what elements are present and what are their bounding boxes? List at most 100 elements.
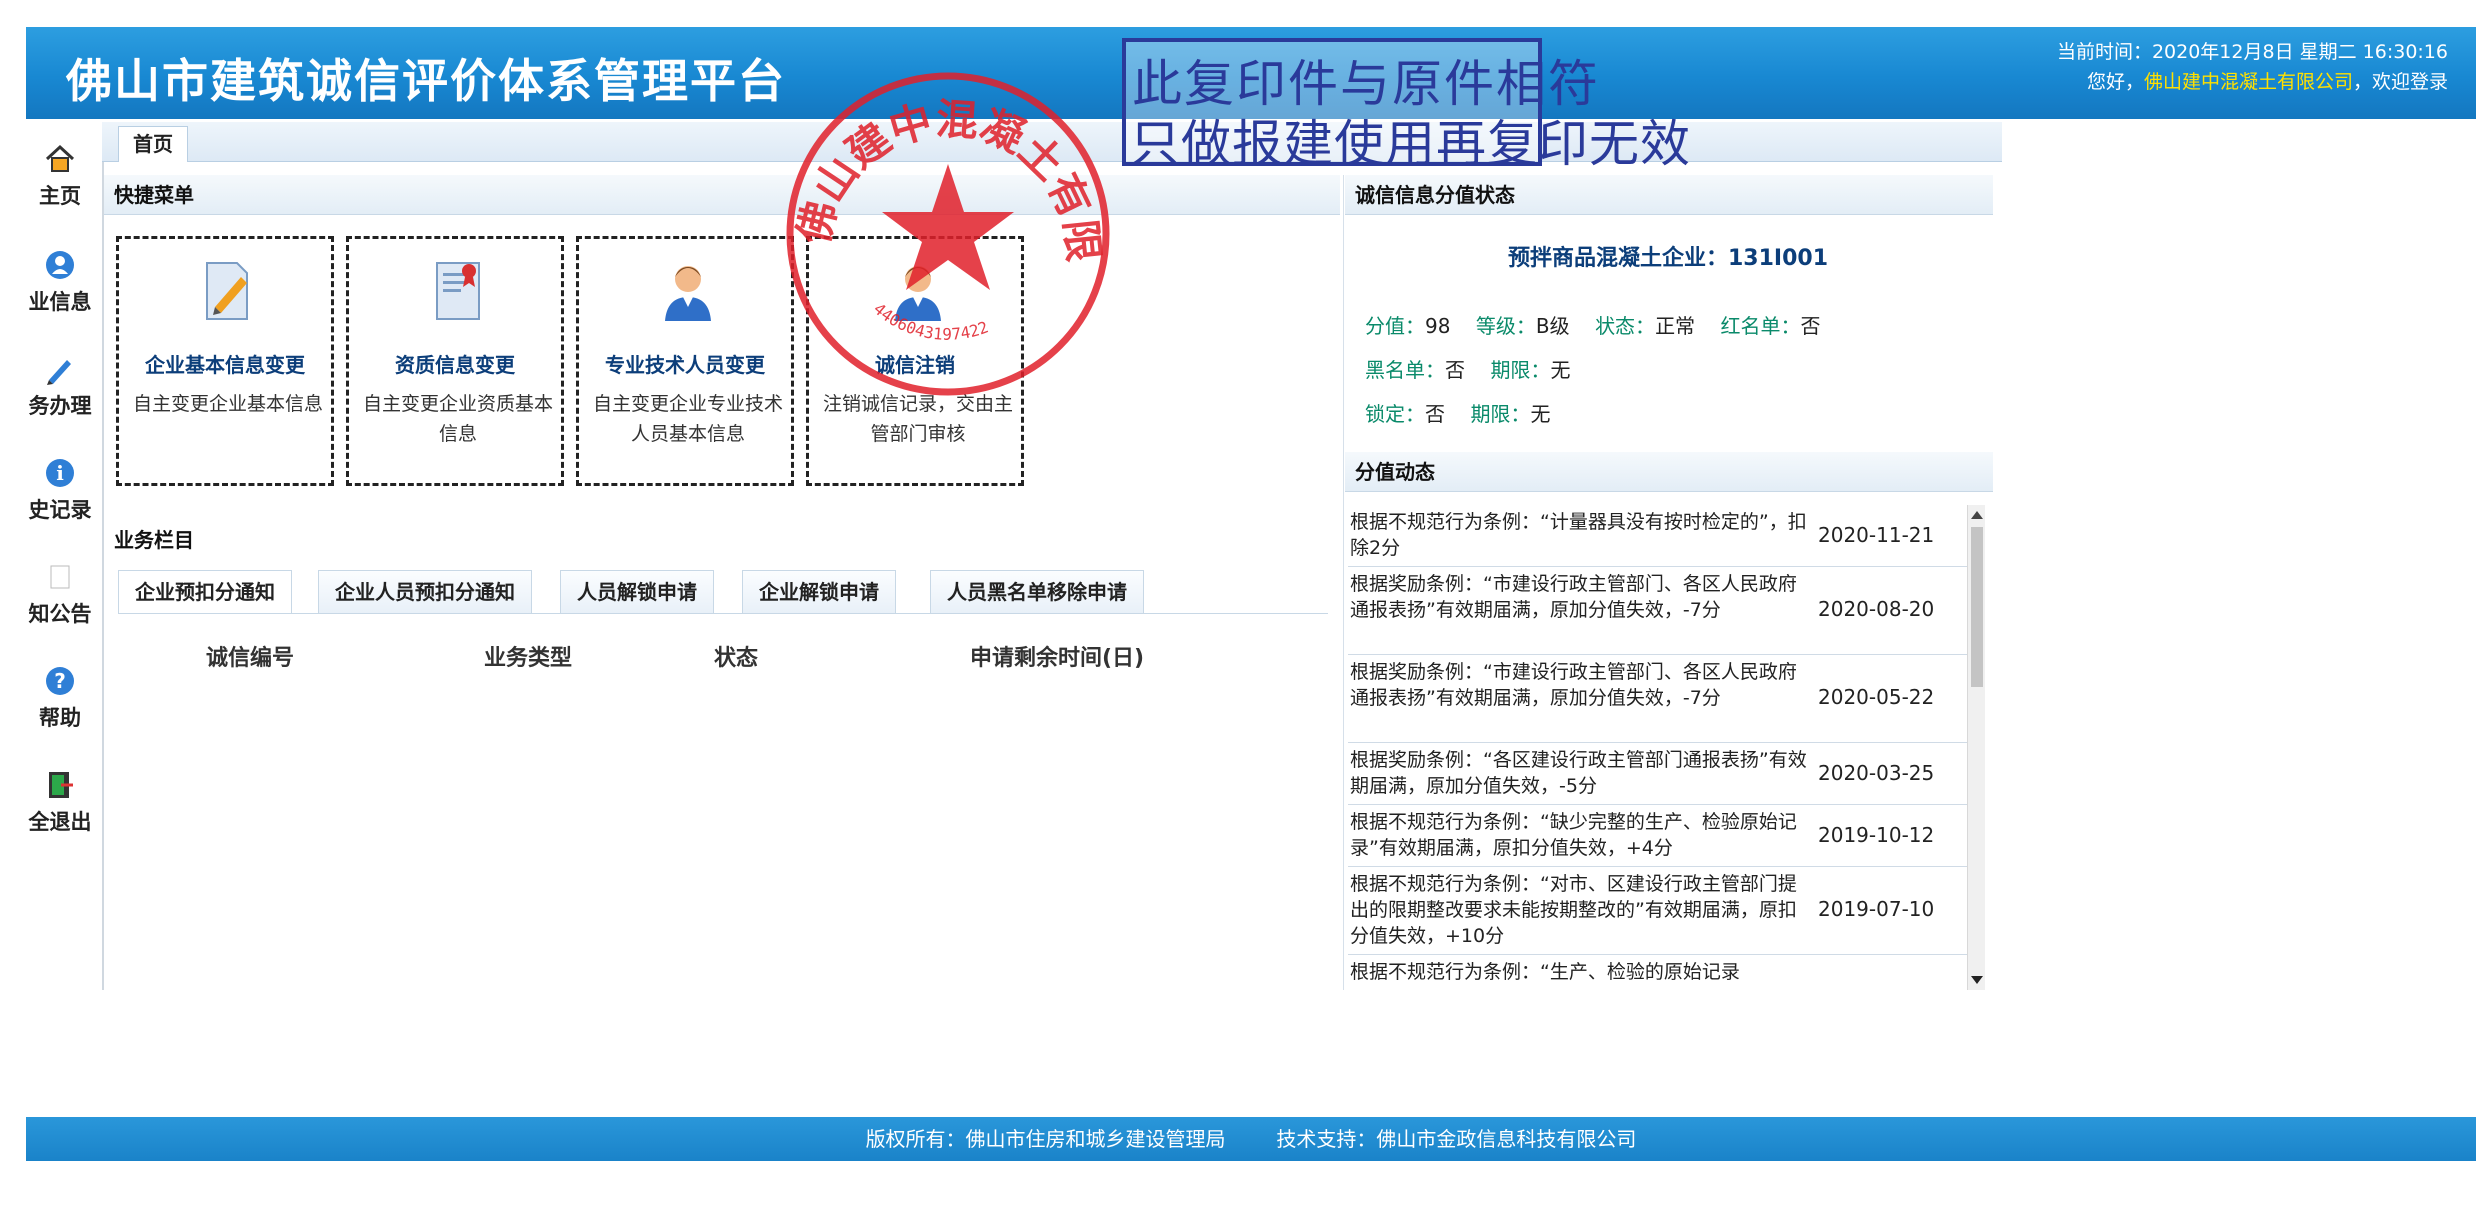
dynamic-text: 根据奖励条例：“市建设行政主管部门、各区人民政府通报表扬”有效期届满，原加分值失… — [1350, 573, 1797, 621]
list-item: 根据不规范行为条例：“计量器具没有按时检定的”，扣除2分 2020-11-21 — [1348, 505, 1968, 567]
blacklist-value: 否 — [1445, 358, 1465, 382]
help-icon: ? — [46, 667, 74, 695]
list-item: 根据不规范行为条例：“缺少完整的生产、检验原始记录”有效期届满，原扣分值失效，+… — [1348, 805, 1968, 867]
quick-menu-desc: 自主变更企业资质基本信息 — [362, 393, 553, 445]
scroll-thumb[interactable] — [1971, 527, 1983, 687]
dynamic-date: 2020-03-25 — [1818, 761, 1935, 785]
redlist-value: 否 — [1800, 314, 1821, 338]
quick-menu-header: 快捷菜单 — [104, 175, 1340, 215]
tab-staff-unlock[interactable]: 人员解锁申请 — [560, 570, 714, 614]
list-item: 根据奖励条例：“市建设行政主管部门、各区人民政府通报表扬”有效期届满，原加分值失… — [1348, 655, 1968, 743]
person-icon — [665, 266, 711, 321]
tab-enterprise-pre-deduction[interactable]: 企业预扣分通知 — [118, 570, 292, 614]
lock-value: 否 — [1425, 402, 1445, 426]
credit-status-header: 诚信信息分值状态 — [1345, 175, 1993, 215]
info-icon: i — [46, 459, 74, 487]
dynamic-date: 2020-08-20 — [1818, 597, 1935, 621]
dynamic-text: 根据奖励条例：“市建设行政主管部门、各区人民政府通报表扬”有效期届满，原加分值失… — [1350, 661, 1797, 709]
current-time: 当前时间：2020年12月8日 星期二 16:30:16 — [2056, 41, 2448, 63]
nav-enterprise-info[interactable]: 业信息 — [20, 248, 100, 316]
welcome-company: 佛山建中混凝土有限公司 — [2143, 71, 2353, 93]
quick-menu-qualification[interactable]: 资质信息变更 自主变更企业资质基本信息 — [346, 236, 564, 486]
welcome-message: 您好，佛山建中混凝土有限公司，欢迎登录 — [2087, 67, 2448, 94]
tabs-divider — [118, 613, 1328, 614]
dynamics-scrollbar[interactable] — [1967, 505, 1985, 990]
quick-menu-title: 资质信息变更 — [395, 353, 515, 377]
nav-enterprise-info-label: 业信息 — [28, 290, 92, 314]
dynamic-date: 2020-05-22 — [1818, 685, 1935, 709]
term-label: 期限： — [1490, 358, 1551, 382]
dynamic-text: 根据不规范行为条例：“计量器具没有按时检定的”，扣除2分 — [1350, 511, 1807, 559]
quick-menu-title: 诚信注销 — [875, 353, 955, 377]
list-item: 根据不规范行为条例：“对市、区建设行政主管部门提出的限期整改要求未能按期整改的”… — [1348, 867, 1968, 955]
blacklist-label: 黑名单： — [1365, 358, 1445, 382]
tab-enterprise-unlock[interactable]: 企业解锁申请 — [742, 570, 896, 614]
nav-history[interactable]: i 史记录 — [20, 456, 100, 524]
nav-notice[interactable]: 知公告 — [20, 560, 100, 628]
term-value: 无 — [1550, 358, 1571, 382]
status-value: 正常 — [1655, 314, 1696, 338]
nav-business-label: 务办理 — [28, 394, 92, 418]
list-item: 根据奖励条例：“各区建设行政主管部门通报表扬”有效期届满，原加分值失效，-5分 … — [1348, 743, 1968, 805]
credit-row-3: 锁定：否 期限：无 — [1365, 398, 1550, 427]
scroll-up-arrow[interactable] — [1971, 511, 1983, 519]
quick-menu-credit-cancel[interactable]: 诚信注销 注销诚信记录，交由主管部门审核 — [806, 236, 1024, 486]
page-tabbar: 首页 — [102, 122, 2002, 162]
dynamic-text: 根据不规范行为条例：“生产、检验的原始记录 — [1350, 961, 1740, 983]
column-remaining-days: 申请剩余时间(日) — [970, 646, 1145, 671]
user-info-icon — [46, 251, 74, 279]
tab-blacklist-removal[interactable]: 人员黑名单移除申请 — [930, 570, 1144, 614]
quick-menu-title: 专业技术人员变更 — [605, 353, 765, 377]
nav-logout[interactable]: 全退出 — [20, 768, 100, 836]
platform-title: 佛山市建筑诚信评价体系管理平台 — [66, 54, 786, 108]
svg-text:i: i — [56, 461, 64, 485]
copy-certification-stamp: 此复印件与原件相符 只做报建使用再复印无效 — [1122, 38, 1690, 173]
nav-help[interactable]: ? 帮助 — [20, 664, 100, 732]
svg-text:?: ? — [54, 669, 66, 693]
nav-history-label: 史记录 — [28, 498, 92, 522]
welcome-suffix: ，欢迎登录 — [2352, 71, 2448, 93]
level-value: B级 — [1535, 314, 1570, 338]
person-icon — [895, 266, 941, 321]
nav-business[interactable]: 务办理 — [20, 352, 100, 420]
left-nav: 主页 业信息 务办理 i 史记录 知公告 ? 帮助 全退出 — [20, 120, 100, 1120]
home-icon — [45, 144, 75, 172]
credit-row-1: 分值：98 等级：B级 状态：正常 红名单：否 — [1365, 310, 1821, 339]
list-item: 根据不规范行为条例：“生产、检验的原始记录 — [1348, 955, 1968, 990]
column-status: 状态 — [714, 646, 759, 671]
welcome-prefix: 您好， — [2086, 71, 2144, 93]
pencil-icon — [47, 360, 71, 385]
column-credit-number: 诚信编号 — [206, 646, 295, 671]
dynamic-date: 2020-11-21 — [1818, 523, 1935, 547]
quick-menu-desc: 自主变更企业基本信息 — [132, 393, 323, 415]
score-dynamics-header: 分值动态 — [1345, 452, 1993, 492]
document-edit-icon — [206, 262, 248, 320]
score-dynamics-list[interactable]: 根据不规范行为条例：“计量器具没有按时检定的”，扣除2分 2020-11-21 … — [1348, 505, 1968, 990]
nav-home-label: 主页 — [39, 184, 81, 208]
quick-menu-desc: 注销诚信记录，交由主管部门审核 — [822, 393, 1013, 445]
dynamic-date: 2019-10-12 — [1818, 823, 1935, 847]
footer-bar: 版权所有：佛山市住房和城乡建设管理局 技术支持：佛山市金政信息科技有限公司 — [26, 1117, 2476, 1161]
dynamic-date: 2019-07-10 — [1818, 897, 1935, 921]
dynamic-text: 根据奖励条例：“各区建设行政主管部门通报表扬”有效期届满，原加分值失效，-5分 — [1350, 749, 1807, 797]
status-label: 状态： — [1595, 314, 1656, 338]
quick-menu-desc: 自主变更企业专业技术人员基本信息 — [592, 393, 783, 445]
copy-stamp-line2: 只做报建使用再复印无效 — [1130, 115, 1691, 173]
certificate-icon — [436, 262, 480, 320]
nav-logout-label: 全退出 — [28, 810, 92, 834]
notice-icon — [50, 565, 70, 589]
term-value: 无 — [1530, 402, 1551, 426]
column-business-type: 业务类型 — [484, 646, 573, 671]
tab-staff-pre-deduction[interactable]: 企业人员预扣分通知 — [318, 570, 532, 614]
score-label: 分值： — [1365, 314, 1425, 338]
footer-copyright: 版权所有：佛山市住房和城乡建设管理局 — [865, 1127, 1226, 1151]
tab-home[interactable]: 首页 — [118, 126, 188, 162]
page: 佛山市建筑诚信评价体系管理平台 当前时间：2020年12月8日 星期二 16:3… — [0, 0, 2484, 1213]
nav-home[interactable]: 主页 — [20, 142, 100, 210]
scroll-down-arrow[interactable] — [1971, 976, 1983, 984]
quick-menu-enterprise-info[interactable]: 企业基本信息变更 自主变更企业基本信息 — [116, 236, 334, 486]
quick-menu-technical-staff[interactable]: 专业技术人员变更 自主变更企业专业技术人员基本信息 — [576, 236, 794, 486]
quick-menu-title: 企业基本信息变更 — [145, 353, 305, 377]
redlist-label: 红名单： — [1720, 314, 1801, 338]
term-label: 期限： — [1470, 402, 1531, 426]
